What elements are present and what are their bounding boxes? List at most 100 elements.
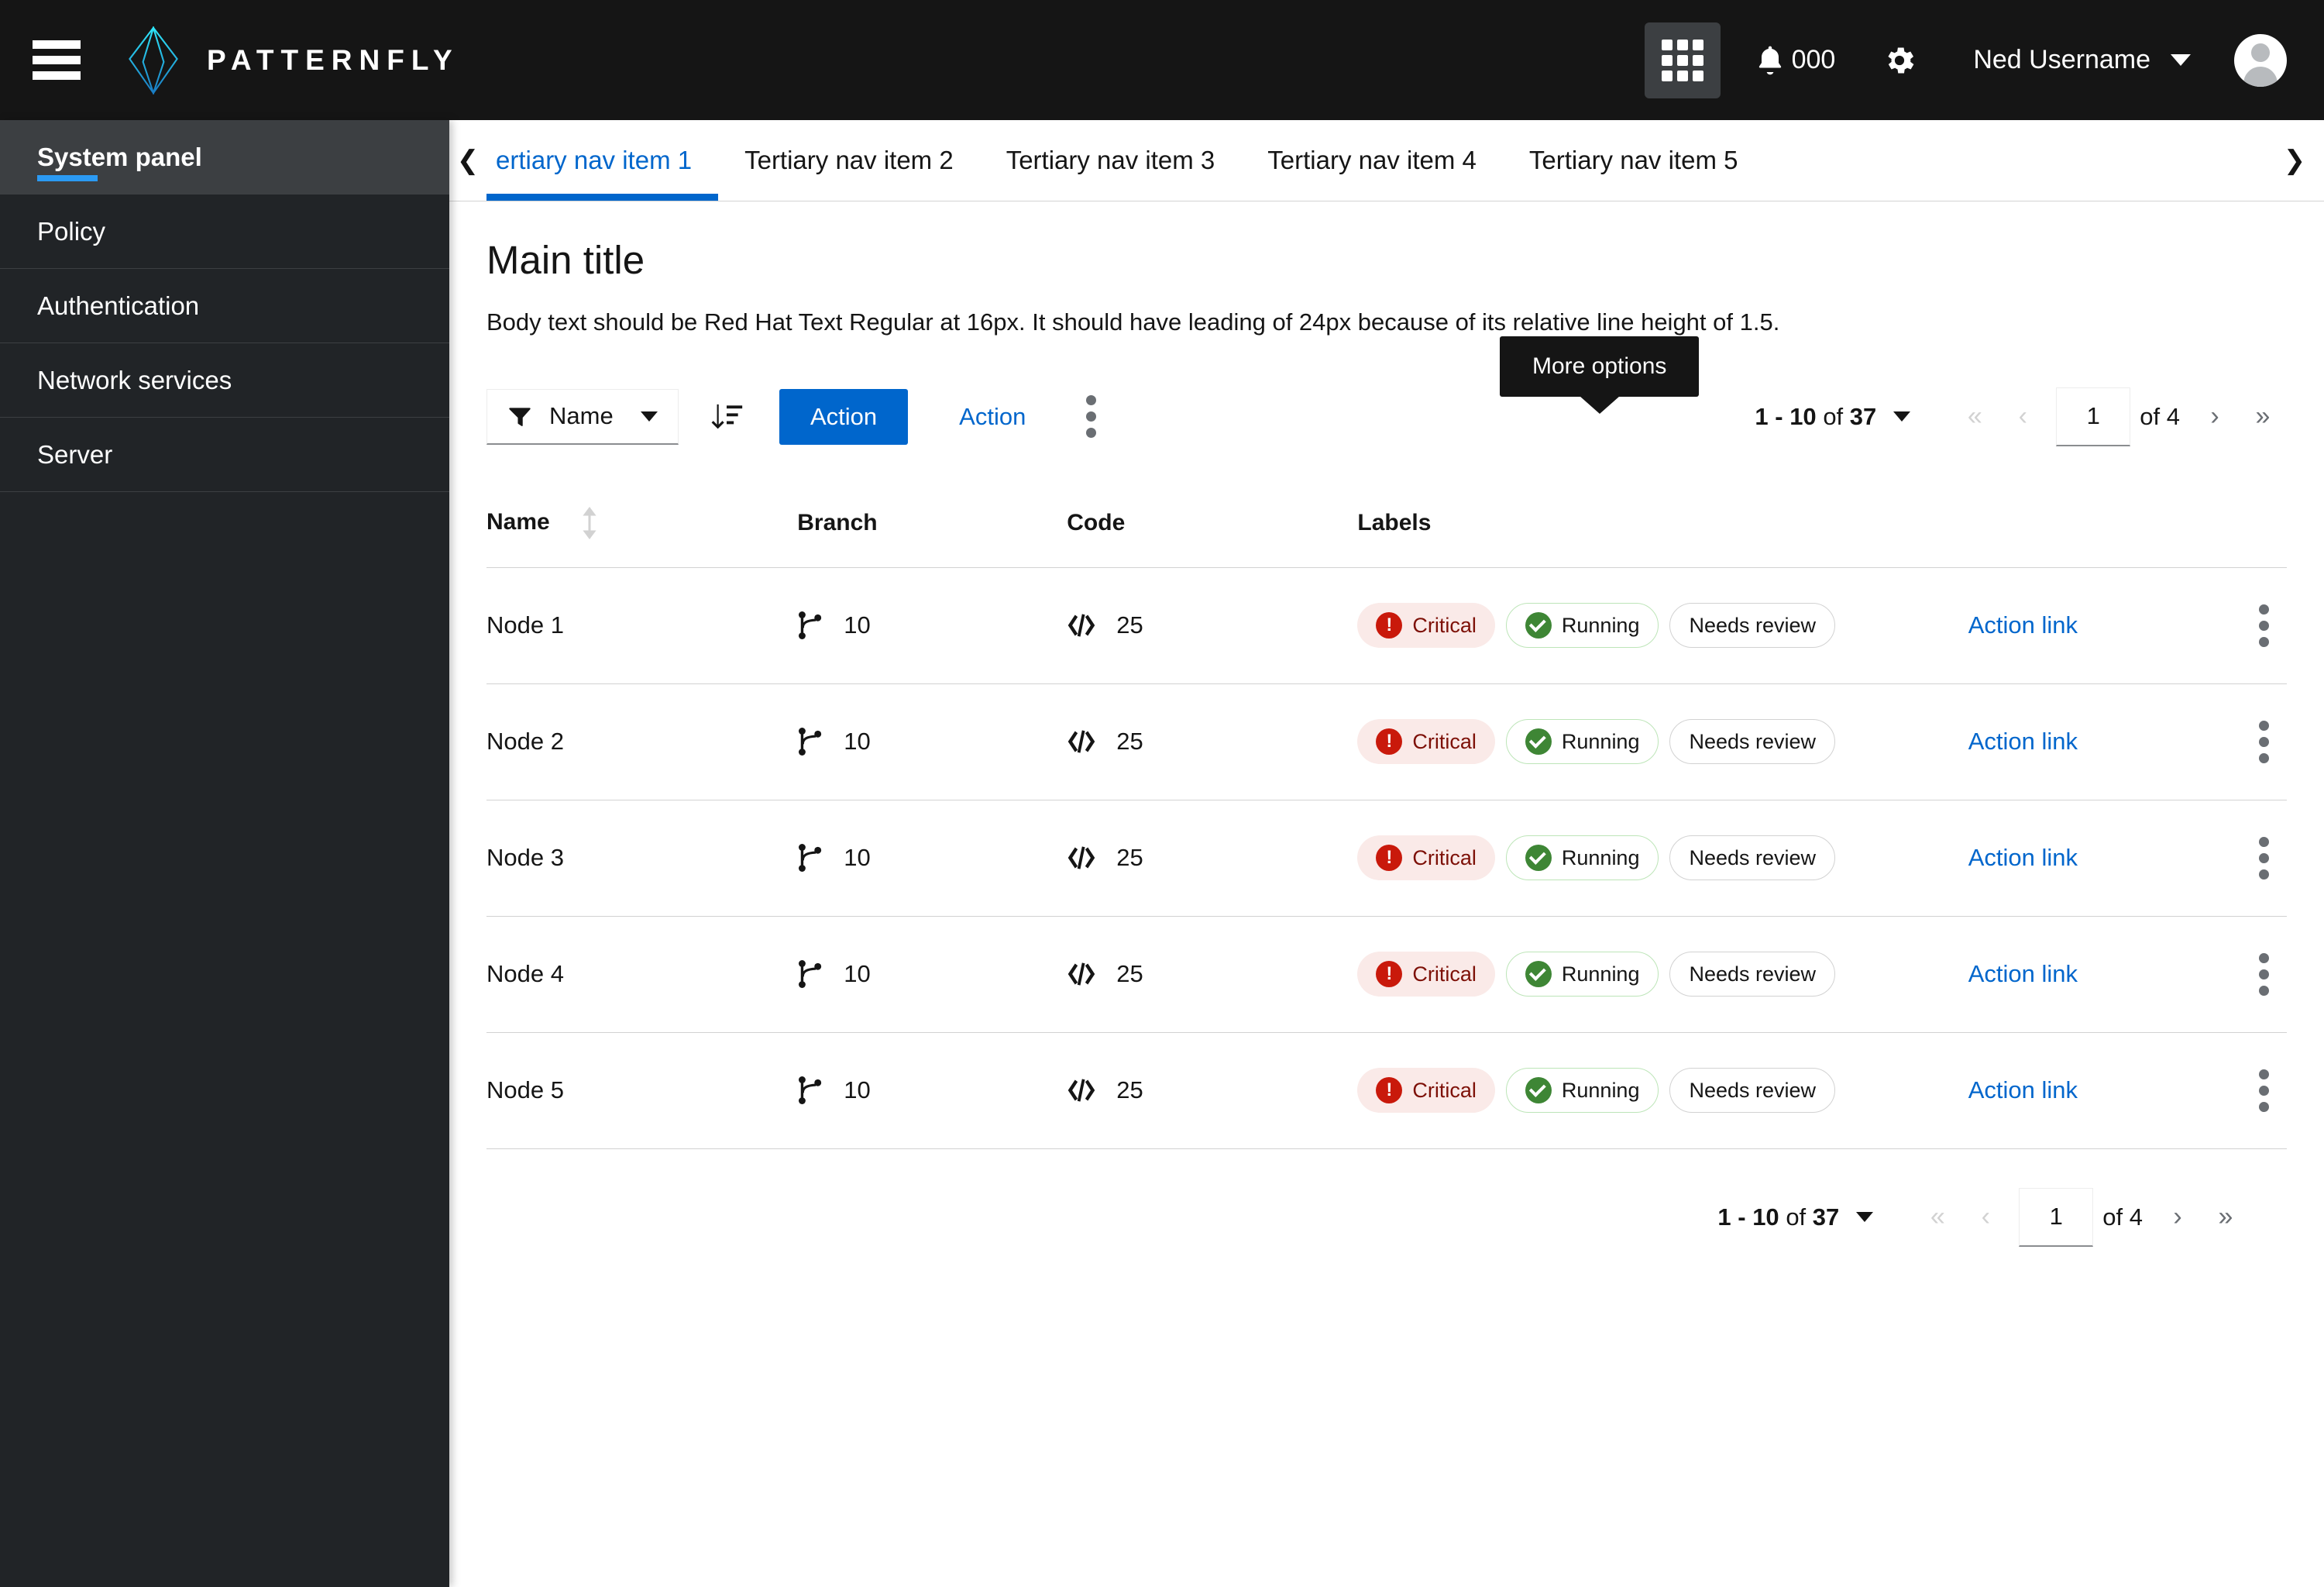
more-options-tooltip: More options (1500, 336, 1700, 397)
chevron-right-icon[interactable]: ❯ (2284, 120, 2324, 201)
avatar[interactable] (2234, 33, 2287, 87)
filter-select[interactable]: Name (486, 388, 679, 445)
cell-labels: Critical Running Needs review (1357, 800, 1937, 917)
tab-tertiary-nav-item-4[interactable]: Tertiary nav item 4 (1241, 120, 1503, 201)
cell-code: 25 (1067, 916, 1358, 1033)
pagination-nav: « ‹ of 4 › » (1913, 1187, 2250, 1247)
exclamation-circle-icon (1376, 961, 1403, 987)
tab-label: Tertiary nav item 3 (1006, 146, 1215, 174)
row-kebab-icon[interactable] (2240, 952, 2287, 996)
code-branch-icon (799, 611, 822, 639)
row-kebab-icon[interactable] (2240, 836, 2287, 880)
app-launcher-grid-icon[interactable] (1644, 22, 1721, 98)
cell-branch: 10 (797, 916, 1067, 1033)
cell-code: 25 (1067, 567, 1358, 684)
table-row[interactable]: Node 4 10 25 ! Critical Running Needs re… (486, 916, 2287, 1033)
sidebar-item-system-panel[interactable]: System panel (0, 120, 449, 195)
pagination-next-button[interactable]: › (2191, 393, 2239, 441)
pagination-total-pages: of 4 (2102, 1203, 2143, 1231)
brand[interactable]: PATTERNFLY (123, 26, 459, 95)
pagination-summary: 1 - 10 of 37 (1717, 1203, 1839, 1231)
column-header-label: Name (486, 508, 550, 535)
sidebar-item-authentication[interactable]: Authentication (0, 269, 449, 343)
tab-tertiary-nav-item-2[interactable]: Tertiary nav item 2 (718, 120, 980, 201)
table-head: Name Branch Code Labels (486, 486, 2287, 568)
cell-name: Node 4 (486, 916, 798, 1033)
chevron-left-icon[interactable]: ❮ (449, 120, 486, 201)
branch-value: 10 (797, 1076, 1067, 1105)
column-header-code: Code (1067, 486, 1358, 568)
notification-button[interactable]: 000 (1753, 42, 1835, 79)
tab-tertiary-nav-item-3[interactable]: Tertiary nav item 3 (980, 120, 1242, 201)
table-row[interactable]: Node 5 10 25 ! Critical Running Needs re… (486, 1032, 2287, 1149)
pagination-first-button[interactable]: « (1951, 393, 1999, 441)
pagination-page-input[interactable] (2056, 387, 2131, 446)
row-kebab-icon[interactable] (2240, 1069, 2287, 1112)
code-brackets-icon (1067, 730, 1095, 753)
pagination-next-button[interactable]: › (2154, 1193, 2202, 1241)
hamburger-menu-icon[interactable] (33, 36, 81, 84)
row-action-link[interactable]: Action link (1968, 1076, 2078, 1104)
row-action-link[interactable]: Action link (1968, 728, 2078, 756)
code-brackets-icon (1067, 846, 1095, 869)
table-row[interactable]: Node 3 10 25 ! Critical Running Needs re… (486, 800, 2287, 917)
pagination-page-input[interactable] (2019, 1187, 2094, 1247)
check-circle-icon (1525, 961, 1552, 987)
code-count: 25 (1116, 728, 1143, 755)
pagination-last-button[interactable]: » (2239, 393, 2287, 441)
main-content: ❮ ertiary nav item 1 Tertiary nav item 2… (449, 120, 2324, 1587)
notification-bell-icon (1758, 46, 1781, 74)
branch-count: 10 (844, 844, 871, 871)
status-badge-running: Running (1505, 835, 1659, 880)
tab-tertiary-nav-item-1[interactable]: ertiary nav item 1 (486, 120, 719, 201)
row-kebab-icon[interactable] (2240, 604, 2287, 647)
status-badge-critical: Critical (1357, 603, 1495, 648)
content-area: Main title Body text should be Red Hat T… (449, 201, 2324, 1247)
row-action-link[interactable]: Action link (1968, 844, 2078, 872)
status-badge-label: Running (1561, 962, 1640, 986)
tab-tertiary-nav-item-5[interactable]: Tertiary nav item 5 (1503, 120, 1765, 201)
sidebar-item-label: Server (37, 439, 113, 469)
brand-name: PATTERNFLY (207, 43, 459, 76)
sort-glyph (711, 404, 743, 429)
pagination-options-caret-down-icon[interactable] (1856, 1212, 1874, 1222)
cell-actions: Action link (1937, 567, 2287, 684)
pagination-first-button[interactable]: « (1913, 1193, 1961, 1241)
settings-gear-icon[interactable] (1882, 43, 1917, 78)
user-menu[interactable]: Ned Username (1973, 45, 2191, 75)
status-badge-label: Running (1561, 845, 1640, 869)
sidebar-item-server[interactable]: Server (0, 418, 449, 492)
table-row[interactable]: Node 2 10 25 ! Critical Running Needs re… (486, 683, 2287, 800)
sort-amount-down-icon[interactable] (710, 400, 744, 434)
table-row[interactable]: Node 1 10 25 ! Critical Running Needs re… (486, 567, 2287, 684)
status-badge-needs-review: Needs review (1669, 1068, 1836, 1113)
sidebar-item-network-services[interactable]: Network services (0, 343, 449, 418)
pagination-of-word: of (1786, 1203, 1807, 1231)
secondary-action-link-button[interactable]: Action (936, 389, 1049, 445)
pagination-bottom: 1 - 10 of 37 « ‹ of 4 › » (486, 1149, 2287, 1247)
status-badge-running: Running (1505, 952, 1659, 997)
row-action-link[interactable]: Action link (1968, 960, 2078, 988)
primary-action-button[interactable]: Action (779, 388, 909, 445)
code-value: 25 (1067, 844, 1357, 872)
status-badge-label: Running (1561, 729, 1640, 753)
row-action-link[interactable]: Action link (1968, 611, 2078, 639)
masthead-toolbar: 000 Ned Username (1644, 22, 2324, 98)
exclamation-circle-icon (1376, 845, 1403, 871)
page-title: Main title (486, 238, 645, 282)
column-header-name[interactable]: Name (486, 486, 798, 568)
pagination-prev-button[interactable]: ‹ (1961, 1193, 2009, 1241)
sort-updown-icon[interactable] (579, 506, 600, 539)
cell-actions: Action link (1937, 683, 2287, 800)
label-group: Critical Running Needs review (1357, 835, 1937, 880)
pagination-prev-button[interactable]: ‹ (1999, 393, 2047, 441)
sidebar-item-policy[interactable]: Policy (0, 195, 449, 269)
pagination-top: 1 - 10 of 37 « ‹ of 4 › » (1755, 387, 2287, 446)
pagination-options-caret-down-icon[interactable] (1893, 411, 1911, 422)
check-circle-icon (1525, 1077, 1552, 1103)
toolbar-kebab-icon[interactable] (1066, 389, 1116, 445)
status-badge-label: Critical (1412, 613, 1477, 637)
row-kebab-icon[interactable] (2240, 720, 2287, 763)
pagination-last-button[interactable]: » (2202, 1193, 2250, 1241)
status-badge-running: Running (1505, 1068, 1659, 1113)
